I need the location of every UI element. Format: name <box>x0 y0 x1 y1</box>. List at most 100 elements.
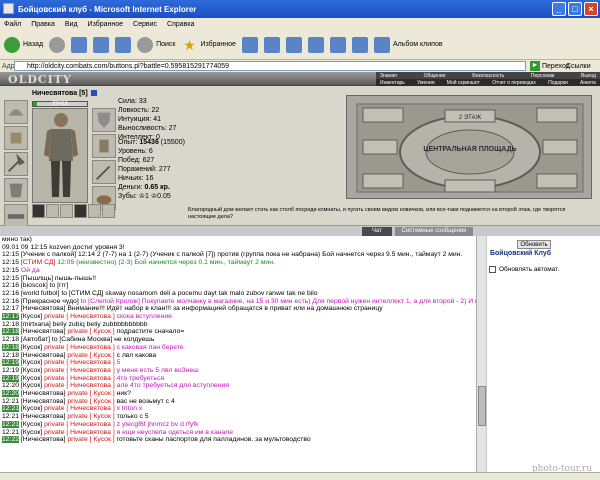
maximize-button[interactable]: □ <box>568 2 582 16</box>
chat-timestamp[interactable]: 12:21 <box>2 398 19 405</box>
nav-transfers[interactable]: Отчет о переводах <box>492 80 536 86</box>
chat-timestamp[interactable]: 12:19 <box>2 359 20 367</box>
chat-text[interactable]: private [ Ничесвятова ] <box>44 375 115 382</box>
chat-text[interactable]: private [ Ничесвятова ] <box>44 359 115 366</box>
chat-text[interactable]: private [ Кусок ] <box>67 436 114 443</box>
chat-timestamp[interactable]: 12:22 <box>2 436 20 444</box>
nav-knowledge[interactable]: Знания <box>380 73 397 79</box>
chat-timestamp[interactable]: 12:15 <box>2 251 19 258</box>
favorites-button[interactable]: ★ Избранное <box>181 37 236 53</box>
chat-timestamp[interactable]: 09.01 09 12:15 <box>2 244 47 251</box>
forward-button[interactable] <box>49 36 66 53</box>
menu-file[interactable]: Файл <box>4 21 21 28</box>
nav-character[interactable]: Персонаж <box>531 73 554 79</box>
home-button[interactable] <box>115 36 132 53</box>
ring-slot-5[interactable] <box>88 204 101 218</box>
discuss-button[interactable] <box>351 36 368 53</box>
helmet-slot[interactable] <box>4 100 28 124</box>
ring-slot-3[interactable] <box>60 204 73 218</box>
chat-timestamp[interactable]: 12:18 <box>2 343 20 351</box>
chat-timestamp[interactable]: 12:20 <box>2 382 19 389</box>
chat-text[interactable]: [world futbol] <box>21 290 60 297</box>
chat-scrollbar-thumb[interactable] <box>478 386 486 426</box>
refresh-button[interactable]: Обновить <box>517 240 551 249</box>
tab-system-messages[interactable]: Системные сообщения <box>395 227 473 236</box>
nav-inventory[interactable]: Инвентарь <box>380 80 405 86</box>
history-button[interactable] <box>263 36 280 53</box>
nav-security[interactable]: Безопасность <box>472 73 504 79</box>
albums-button[interactable]: Альбом клипов <box>373 36 443 53</box>
chat-text[interactable]: private [ Кусок ] <box>67 390 114 397</box>
search-button[interactable]: Поиск <box>137 36 175 53</box>
chat-timestamp[interactable]: 12:18 <box>2 336 19 343</box>
chat-timestamp[interactable]: 12:21 <box>2 420 20 428</box>
chat-text[interactable]: private [ Кусок ] <box>67 398 114 405</box>
chat-timestamp[interactable]: 12:15 <box>2 267 19 274</box>
chat-timestamp[interactable]: 12:18 <box>2 321 19 328</box>
chat-text[interactable]: kozven <box>49 244 71 251</box>
armor-slot[interactable] <box>4 178 28 202</box>
weapon-slot[interactable] <box>4 152 28 176</box>
auto-refresh-checkbox[interactable] <box>489 266 496 273</box>
character-avatar[interactable] <box>32 108 88 203</box>
ring-slot-1[interactable] <box>32 204 45 218</box>
ring-slot-2[interactable] <box>46 204 59 218</box>
chat-timestamp[interactable]: 12:16 <box>2 282 19 289</box>
nav-exit[interactable]: Выход <box>581 73 596 79</box>
shield-slot[interactable] <box>92 108 116 132</box>
back-button[interactable]: Назад <box>4 36 43 53</box>
stop-button[interactable] <box>71 36 88 53</box>
auto-refresh-option[interactable]: Обновлять автомат. <box>489 266 559 273</box>
minimize-button[interactable]: _ <box>552 2 566 16</box>
mail-button[interactable] <box>285 36 302 53</box>
menu-view[interactable]: Вид <box>65 21 78 28</box>
chat-timestamp[interactable]: 12:18 <box>2 328 20 336</box>
tab-chat[interactable]: Чат <box>362 227 392 236</box>
nav-gifts[interactable]: Подарки <box>548 80 568 86</box>
character-name[interactable]: Ничесвятова <box>32 90 77 97</box>
chat-text[interactable]: private [ Кусок ] <box>67 413 114 420</box>
nav-social[interactable]: Общение <box>424 73 446 79</box>
chat-scrollbar[interactable] <box>476 236 486 472</box>
belt-slot[interactable] <box>4 204 28 228</box>
close-button[interactable]: × <box>584 2 598 16</box>
chat-timestamp[interactable]: 12:17 <box>2 305 19 312</box>
chat-text[interactable]: [Прекрасное чудо] <box>21 298 79 305</box>
chat-text[interactable]: private [ Ничесвятова ] <box>44 429 115 436</box>
gloves-slot[interactable] <box>92 134 116 158</box>
chat-text[interactable]: private [ Ничесвятова ] <box>44 367 115 374</box>
ring-slot-4[interactable] <box>74 204 87 218</box>
info-flag-icon[interactable] <box>90 90 97 97</box>
chat-text[interactable]: private [ Ничесвятова ] <box>44 421 115 428</box>
chat-timestamp[interactable]: 12:15 <box>2 259 19 266</box>
chat-timestamp[interactable]: 12:18 <box>2 352 19 359</box>
go-button[interactable]: ► Переход <box>530 61 570 71</box>
ring-slot-6[interactable] <box>102 204 115 218</box>
chat-timestamp[interactable]: 12:17 <box>2 313 20 321</box>
chat-text[interactable]: private [ Ничесвятова ] <box>44 313 115 320</box>
refresh-button[interactable] <box>93 36 110 53</box>
chat-timestamp[interactable]: 12:16 <box>2 290 19 297</box>
media-button[interactable] <box>241 36 258 53</box>
chat-timestamp[interactable]: 12:21 <box>2 429 19 436</box>
chat-text[interactable]: private [ Кусок ] <box>67 352 114 359</box>
chat-text[interactable]: private [ Ничесвятова ] <box>44 344 115 351</box>
chat-text[interactable]: [СТИМ СД] <box>21 259 55 266</box>
menu-edit[interactable]: Правка <box>31 21 55 28</box>
nav-screenshot[interactable]: Мой скриншот <box>447 80 480 86</box>
edit-button[interactable] <box>329 36 346 53</box>
chat-timestamp[interactable]: 12:16 <box>2 298 19 305</box>
links-label[interactable]: Ссылки <box>566 63 591 70</box>
offhand-slot[interactable] <box>92 160 116 184</box>
address-input[interactable]: http://oldcity.combats.com/buttons.pl?ba… <box>14 61 526 71</box>
chat-timestamp[interactable]: 12:20 <box>2 390 20 398</box>
chat-text[interactable]: private [ Ничесвятова ] <box>44 405 115 412</box>
chat-timestamp[interactable]: 12:15 <box>2 275 19 282</box>
menu-help[interactable]: Справка <box>167 21 194 28</box>
chat-timestamp[interactable]: 12:21 <box>2 405 20 413</box>
chat-text[interactable]: private [ Кусок ] <box>67 328 114 335</box>
nav-skills[interactable]: Умения <box>417 80 434 86</box>
menu-favorites[interactable]: Избранное <box>88 21 123 28</box>
chat-text[interactable]: private [ Ничесвятова ] <box>44 382 115 389</box>
chat-timestamp[interactable]: 12:21 <box>2 413 19 420</box>
